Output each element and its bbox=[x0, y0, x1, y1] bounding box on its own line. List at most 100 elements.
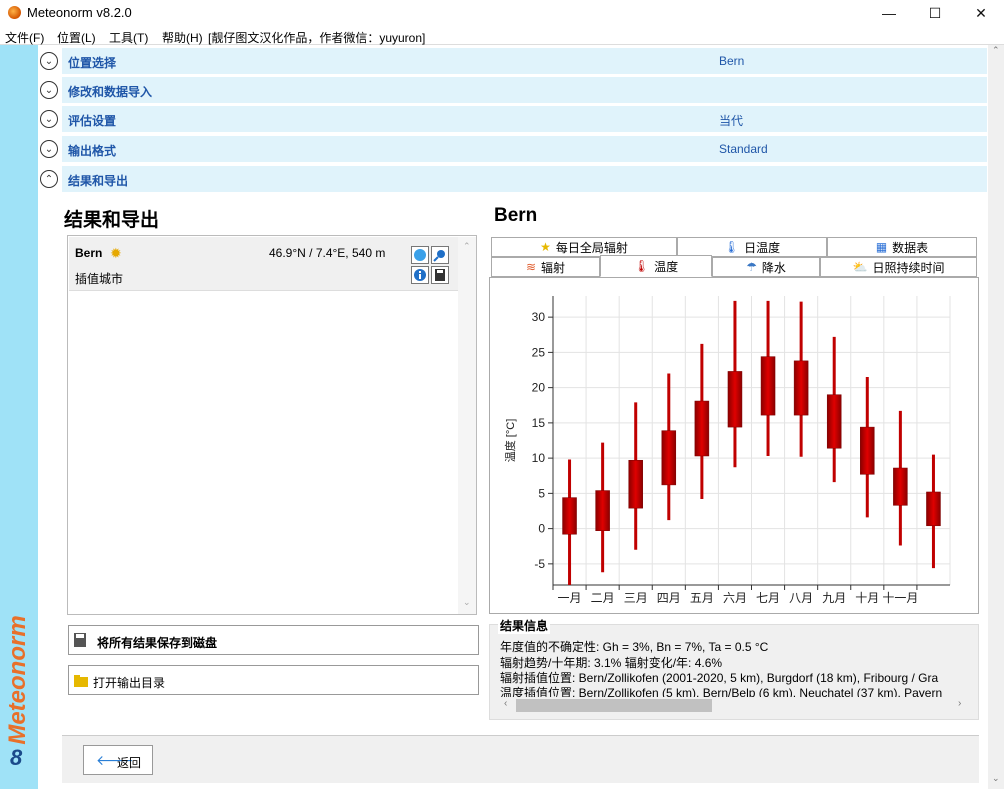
expand-icon[interactable]: ⌄ bbox=[40, 110, 58, 128]
star-icon: ★ bbox=[540, 240, 551, 254]
x-tick-label: 十月 bbox=[855, 591, 879, 605]
section-label: 评估设置 bbox=[68, 114, 117, 128]
box bbox=[727, 371, 743, 428]
scroll-down-icon[interactable]: ⌄ bbox=[992, 773, 1000, 784]
y-tick-label: 0 bbox=[538, 522, 545, 536]
expand-icon[interactable]: ⌄ bbox=[40, 81, 58, 99]
location-type: 插值城市 bbox=[75, 272, 124, 286]
section-output-format[interactable]: 输出格式 Standard bbox=[62, 136, 987, 162]
scroll-left-icon[interactable]: ‹ bbox=[504, 698, 507, 709]
info-line: 年度值的不确定性: Gh = 3%, Bn = 7%, Ta = 0.5 °C bbox=[500, 640, 769, 654]
expand-icon[interactable]: ⌄ bbox=[40, 140, 58, 158]
scroll-thumb[interactable] bbox=[516, 699, 712, 712]
location-list: Bern ✹ 46.9°N / 7.4°E, 540 m 插值城市 ⌃ ⌄ bbox=[67, 235, 477, 615]
section-results-export[interactable]: 结果和导出 bbox=[62, 166, 987, 192]
title-bar: Meteonorm v8.2.0 — ☐ ✕ bbox=[0, 0, 1004, 26]
disk-icon bbox=[74, 633, 86, 647]
radiation-icon: ≋ bbox=[525, 260, 537, 274]
save-icon[interactable] bbox=[431, 266, 449, 284]
x-tick-label: 七月 bbox=[756, 591, 780, 605]
info-icon[interactable] bbox=[411, 266, 429, 284]
section-location[interactable]: 位置选择 Bern bbox=[62, 48, 987, 74]
open-dir-label: 打开输出目录 bbox=[93, 676, 166, 690]
app-icon bbox=[8, 6, 21, 19]
menu-file[interactable]: 文件(F) bbox=[5, 29, 44, 46]
save-all-button[interactable]: 将所有结果保存到磁盘 bbox=[68, 625, 479, 655]
x-tick-label: 三月 bbox=[624, 591, 648, 605]
section-label: 输出格式 bbox=[68, 144, 117, 158]
globe-icon[interactable] bbox=[411, 246, 429, 264]
sidebar: Meteonorm 8 bbox=[0, 45, 38, 789]
tab-label: 每日全局辐射 bbox=[555, 240, 628, 255]
menu-location[interactable]: 位置(L) bbox=[57, 29, 96, 46]
list-item[interactable]: Bern ✹ 46.9°N / 7.4°E, 540 m 插值城市 bbox=[69, 237, 459, 291]
tab-label: 辐射 bbox=[541, 260, 566, 275]
menu-credit: [靓仔图文汉化作品，作者微信：yuyuron] bbox=[208, 31, 426, 45]
tab-data-table[interactable]: ▦ 数据表 bbox=[827, 237, 977, 257]
location-name: Bern bbox=[75, 246, 103, 260]
thermometer-icon: 🌡 bbox=[633, 259, 650, 273]
tab-sunshine-duration[interactable]: ⛅ 日照持续时间 bbox=[820, 257, 977, 277]
tab-daily-global-radiation[interactable]: ★ 每日全局辐射 bbox=[491, 237, 677, 257]
tab-precipitation[interactable]: ☂ 降水 bbox=[712, 257, 820, 277]
section-value: 当代 bbox=[719, 114, 744, 128]
folder-icon bbox=[74, 675, 88, 687]
y-tick-label: -5 bbox=[534, 557, 545, 571]
box bbox=[595, 490, 610, 531]
menu-bar: 文件(F) 位置(L) 工具(T) 帮助(H) [靓仔图文汉化作品，作者微信：y… bbox=[0, 28, 1004, 45]
x-tick-label: 二月 bbox=[591, 591, 615, 605]
box bbox=[893, 467, 908, 506]
collapse-icon[interactable]: ⌃ bbox=[40, 170, 58, 188]
step-number: 8 bbox=[10, 745, 23, 770]
sun-icon: ✹ bbox=[110, 245, 122, 261]
box bbox=[826, 394, 842, 449]
x-tick-label: 五月 bbox=[690, 591, 714, 605]
x-tick-label: 九月 bbox=[822, 591, 846, 605]
box bbox=[628, 459, 643, 509]
minimize-button[interactable]: — bbox=[866, 0, 912, 26]
magnifier-icon[interactable] bbox=[431, 246, 449, 264]
scroll-up-icon[interactable]: ⌃ bbox=[463, 241, 471, 252]
section-label: 结果和导出 bbox=[68, 174, 129, 188]
menu-tools[interactable]: 工具(T) bbox=[109, 29, 148, 46]
info-horizontal-scrollbar[interactable]: ‹ › bbox=[500, 697, 970, 714]
close-button[interactable]: ✕ bbox=[958, 0, 1004, 26]
menu-help[interactable]: 帮助(H) bbox=[162, 29, 203, 46]
list-scrollbar[interactable]: ⌃ ⌄ bbox=[458, 237, 476, 614]
scroll-down-icon[interactable]: ⌄ bbox=[463, 597, 471, 608]
tab-label: 日温度 bbox=[744, 240, 781, 255]
sun-cloud-icon: ⛅ bbox=[852, 260, 868, 274]
x-tick-label: 一月 bbox=[558, 591, 582, 605]
page-scrollbar[interactable]: ⌃ ⌄ bbox=[988, 45, 1004, 789]
location-heading: Bern bbox=[494, 205, 538, 226]
maximize-button[interactable]: ☐ bbox=[912, 0, 958, 26]
scroll-right-icon[interactable]: › bbox=[958, 698, 961, 709]
section-label: 位置选择 bbox=[68, 56, 117, 70]
box bbox=[694, 400, 710, 457]
x-tick-label: 八月 bbox=[789, 591, 813, 605]
back-label: 返回 bbox=[117, 756, 142, 770]
y-axis-label: 温度 [°C] bbox=[503, 419, 517, 463]
brand-logo: Meteonorm bbox=[4, 615, 31, 745]
section-value: Standard bbox=[719, 142, 768, 156]
box bbox=[562, 497, 577, 535]
open-dir-button[interactable]: 打开输出目录 bbox=[68, 665, 479, 695]
y-tick-label: 10 bbox=[532, 451, 546, 465]
tab-daily-temperature[interactable]: 🌡 日温度 bbox=[677, 237, 827, 257]
box bbox=[760, 356, 776, 416]
temperature-chart: -5051015202530温度 [°C]一月 二月 三月 四月 五月 六月 七月 八月 九月十… bbox=[503, 296, 951, 605]
y-tick-label: 20 bbox=[532, 381, 546, 395]
scroll-up-icon[interactable]: ⌃ bbox=[992, 45, 1000, 56]
tab-temperature[interactable]: 🌡 温度 bbox=[600, 255, 712, 277]
y-tick-label: 5 bbox=[538, 486, 545, 500]
back-button[interactable]: 🡐 返回 bbox=[83, 745, 153, 775]
section-label: 修改和数据导入 bbox=[68, 85, 153, 99]
tab-label: 数据表 bbox=[892, 240, 929, 255]
x-tick-label: 十一月 bbox=[882, 591, 918, 605]
expand-icon[interactable]: ⌄ bbox=[40, 52, 58, 70]
tab-radiation[interactable]: ≋ 辐射 bbox=[491, 257, 600, 277]
section-evaluation[interactable]: 评估设置 当代 bbox=[62, 106, 987, 132]
window-title: Meteonorm v8.2.0 bbox=[27, 5, 132, 20]
tab-label: 日照持续时间 bbox=[872, 260, 945, 275]
section-modify-import[interactable]: 修改和数据导入 bbox=[62, 77, 987, 103]
